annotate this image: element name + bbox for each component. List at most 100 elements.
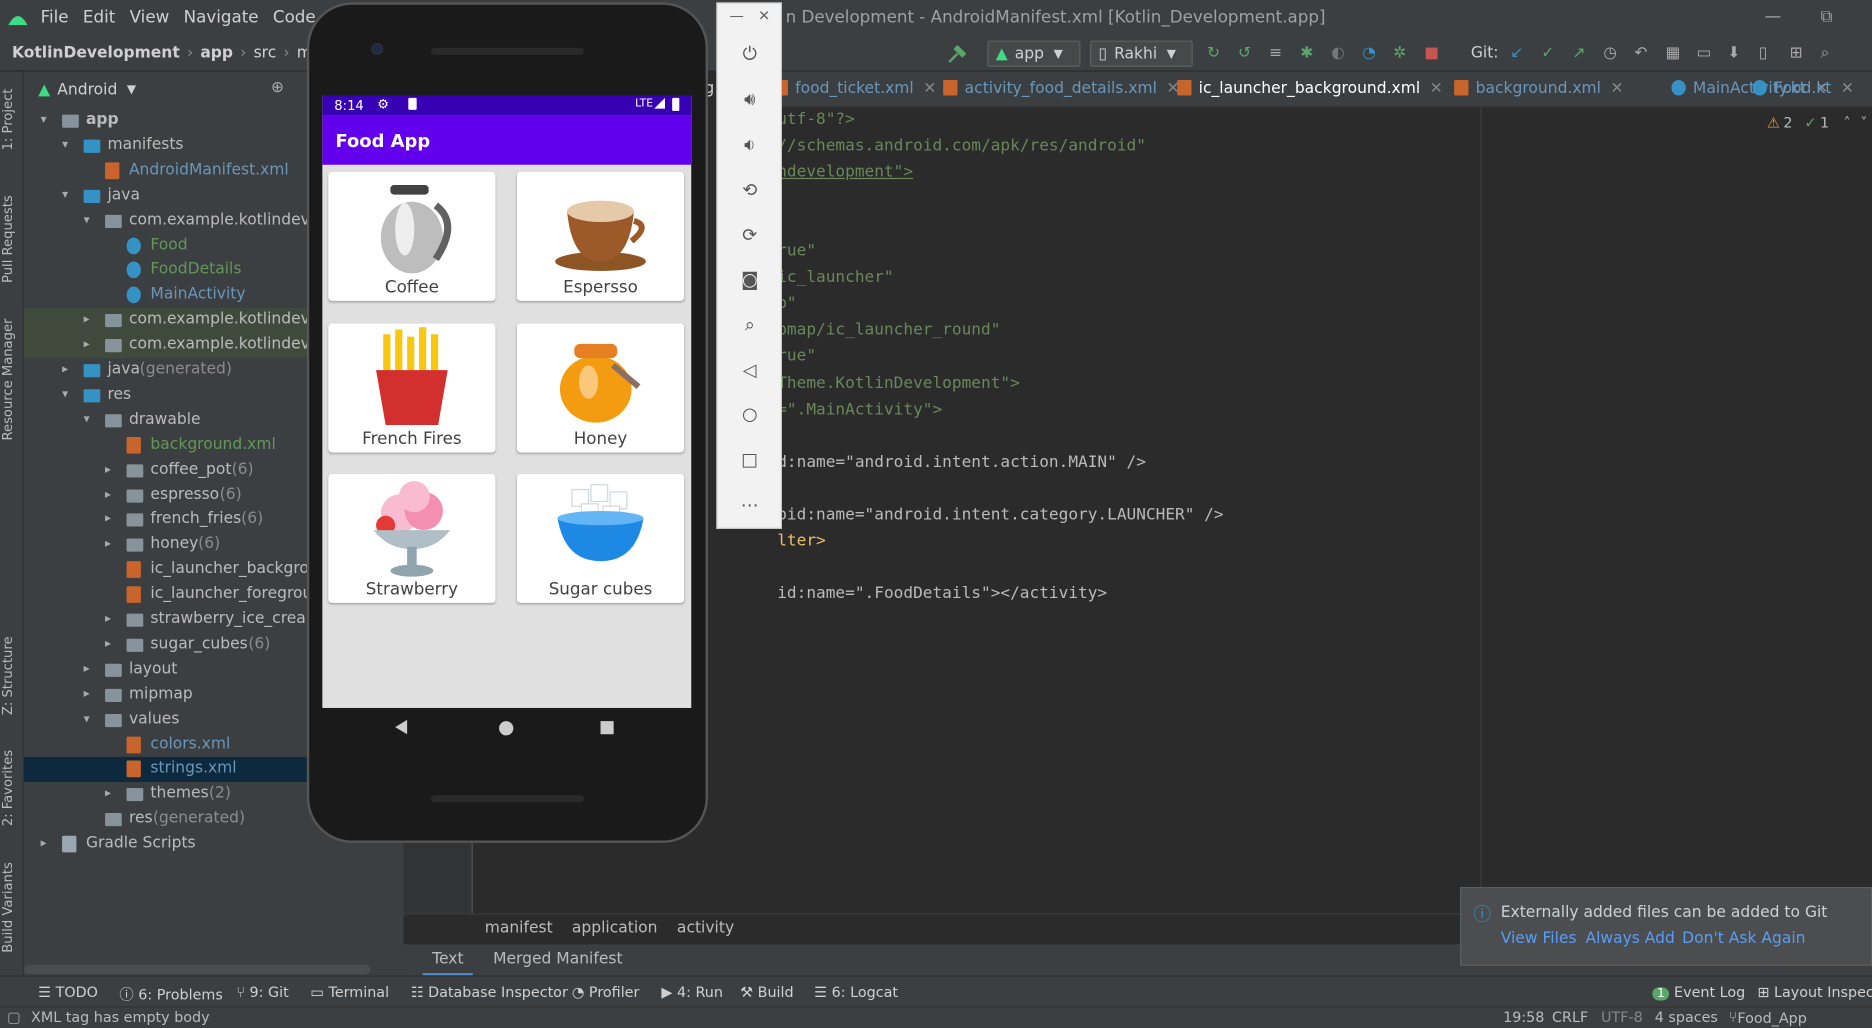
build-hammer-icon[interactable]	[947, 45, 966, 64]
editor-tab[interactable]: background.xml ✕	[1454, 79, 1624, 98]
chevron-right-icon[interactable]: ▸	[41, 837, 53, 850]
volume-down-icon[interactable]: 🔉︎	[738, 133, 762, 157]
chevron-right-icon[interactable]: ▸	[84, 338, 96, 351]
close-tab-icon[interactable]: ✕	[1841, 80, 1854, 98]
back-icon[interactable]	[395, 719, 408, 735]
chevron-right-icon[interactable]: ▸	[105, 513, 117, 526]
food-card[interactable]: French Fires	[328, 322, 496, 452]
indent-setting[interactable]: 4 spaces	[1655, 1009, 1718, 1026]
minimize-emulator-button[interactable]: —	[729, 7, 743, 24]
apply-code-changes-icon[interactable]: ↺	[1238, 44, 1257, 63]
crumb-application[interactable]: application	[572, 919, 658, 937]
food-card[interactable]: Honey	[516, 322, 685, 452]
chevron-right-icon[interactable]: ▸	[105, 787, 117, 800]
layout-inspector-icon[interactable]: ⊞	[1790, 44, 1809, 63]
editor-tab[interactable]: Food.kt ✕	[1752, 79, 1854, 98]
rotate-right-icon[interactable]: ⟳	[738, 223, 762, 247]
layout-inspector-tab[interactable]: ⊞ Layout Inspecto	[1757, 984, 1872, 1001]
chevron-down-icon[interactable]: ▼	[127, 83, 136, 96]
view-files-link[interactable]: View Files	[1501, 930, 1577, 948]
sdk-manager-icon[interactable]: ⬇	[1728, 44, 1747, 63]
crumb-activity[interactable]: activity	[677, 919, 734, 937]
tab-structure[interactable]: Z: Structure	[0, 628, 24, 724]
chevron-down-icon[interactable]: ▾	[62, 138, 74, 151]
home-icon[interactable]: ○	[738, 402, 762, 426]
chevron-right-icon[interactable]: ▸	[105, 538, 117, 551]
chevron-right-icon[interactable]: ▸	[84, 313, 96, 326]
chevron-down-icon[interactable]: ▾	[84, 413, 96, 426]
minimize-button[interactable]: —	[1765, 7, 1782, 26]
search-icon[interactable]: ⌕	[1821, 44, 1840, 63]
attach-debugger-icon[interactable]: ◐	[1331, 44, 1350, 63]
build-tab[interactable]: ⚒ Build	[740, 984, 793, 1001]
breadcrumb-item[interactable]: src	[254, 44, 277, 62]
event-log-tab[interactable]: 1 Event Log	[1652, 984, 1745, 1000]
stop-icon[interactable]: ■	[1424, 44, 1443, 63]
menu-code[interactable]: Code	[273, 8, 316, 27]
git-rollback-icon[interactable]: ↶	[1634, 44, 1653, 63]
database-inspector-tab[interactable]: ☷ Database Inspector	[411, 984, 568, 1001]
close-tab-icon[interactable]: ✕	[1611, 80, 1624, 98]
food-card[interactable]: Coffee	[328, 171, 496, 301]
home-icon[interactable]	[499, 721, 514, 736]
menu-file[interactable]: File	[41, 8, 69, 27]
food-card[interactable]: Strawberry	[328, 473, 496, 603]
crumb-manifest[interactable]: manifest	[485, 919, 553, 937]
menu-edit[interactable]: Edit	[83, 8, 115, 27]
tab-favorites[interactable]: 2: Favorites	[0, 740, 24, 836]
editor-tab[interactable]: activity_food_details.xml ✕	[943, 79, 1180, 98]
overview-icon[interactable]: □	[738, 448, 762, 472]
zoom-icon[interactable]: ⌕	[738, 313, 762, 337]
chevron-right-icon[interactable]: ▸	[105, 463, 117, 476]
chevron-right-icon[interactable]: ▸	[105, 637, 117, 650]
profiler-tab[interactable]: ◔ Profiler	[572, 984, 640, 1001]
back-icon[interactable]: ◁	[738, 358, 762, 382]
chevron-right-icon[interactable]: ▸	[105, 612, 117, 625]
apply-changes-icon[interactable]: ↻	[1207, 44, 1226, 63]
always-add-link[interactable]: Always Add	[1585, 930, 1674, 948]
chevron-down-icon[interactable]: ▾	[41, 113, 53, 126]
inspection-widget[interactable]: ⚠ 2 ✓ 1 ˄ ˅	[1767, 115, 1867, 132]
chevron-right-icon[interactable]: ▸	[84, 687, 96, 700]
breadcrumb-item[interactable]: KotlinDevelopment	[12, 44, 180, 62]
tab-merged-manifest[interactable]: Merged Manifest	[493, 950, 622, 968]
horizontal-scrollbar[interactable]	[23, 964, 371, 975]
profile-icon[interactable]: ◔	[1362, 44, 1381, 63]
chevron-down-icon[interactable]: ˅	[1860, 115, 1867, 132]
editor-tab[interactable]: food_ticket.xml ✕	[773, 79, 936, 98]
line-separator[interactable]: CRLF	[1552, 1009, 1588, 1026]
menu-navigate[interactable]: Navigate	[184, 8, 259, 27]
file-encoding[interactable]: UTF-8	[1601, 1009, 1643, 1026]
restore-button[interactable]: ⧉	[1821, 7, 1833, 26]
chevron-up-icon[interactable]: ˄	[1843, 115, 1850, 132]
breadcrumb-item[interactable]: app	[200, 44, 233, 62]
git-history-icon[interactable]: ◷	[1603, 44, 1622, 63]
coverage-icon[interactable]: ✲	[1393, 44, 1412, 63]
close-tab-icon[interactable]: ✕	[923, 80, 936, 98]
todo-tab[interactable]: ☰ TODO	[38, 984, 98, 1001]
volume-up-icon[interactable]: 🔊︎	[738, 87, 762, 111]
git-push-icon[interactable]: ↗	[1572, 44, 1591, 63]
rotate-left-icon[interactable]: ⟲	[738, 178, 762, 202]
git-update-icon[interactable]: ↙	[1510, 44, 1529, 63]
sync-icon[interactable]: ≡	[1269, 44, 1288, 63]
tab-resource-manager[interactable]: Resource Manager	[0, 310, 24, 447]
logcat-tab[interactable]: ☰ 6: Logcat	[814, 984, 898, 1001]
menu-view[interactable]: View	[130, 8, 170, 27]
tab-pull-requests[interactable]: Pull Requests	[0, 185, 24, 292]
chevron-down-icon[interactable]: ▾	[84, 213, 96, 226]
project-view-select[interactable]: Android	[57, 81, 117, 99]
editor-tab[interactable]: ic_launcher_background.xml ✕	[1177, 79, 1443, 98]
chevron-down-icon[interactable]: ▾	[62, 188, 74, 201]
food-card[interactable]: Espersso	[516, 171, 685, 301]
git-tab[interactable]: ⑂ 9: Git	[236, 984, 288, 1001]
problems-tab[interactable]: ⓘ 6: Problems	[119, 984, 222, 1004]
device-select[interactable]: ▯ Rakhi ▼	[1090, 40, 1193, 67]
close-emulator-button[interactable]: ✕	[758, 7, 770, 24]
terminal-tab[interactable]: ▭ Terminal	[310, 984, 389, 1001]
caret-position[interactable]: 19:58	[1503, 1009, 1544, 1026]
project-structure-icon[interactable]: ▦	[1665, 44, 1684, 63]
close-tab-icon[interactable]: ✕	[1430, 80, 1443, 98]
run-config-select[interactable]: ▲ app ▼	[987, 40, 1081, 67]
more-icon[interactable]: ⋯	[738, 493, 762, 517]
